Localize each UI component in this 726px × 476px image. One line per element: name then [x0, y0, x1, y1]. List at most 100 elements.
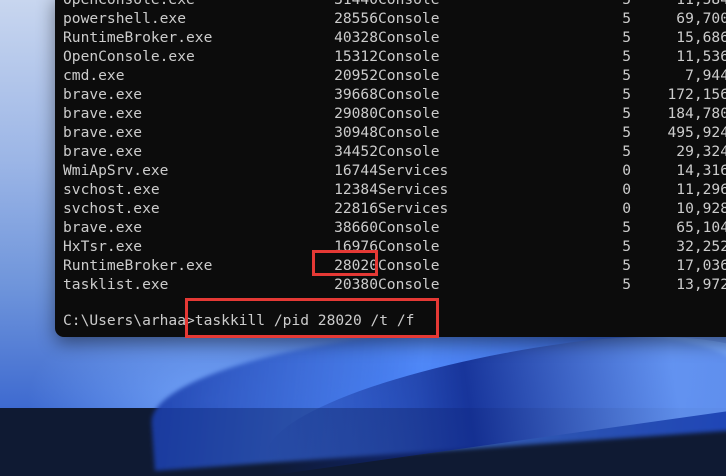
- memory-usage: 7,944: [685, 67, 726, 84]
- process-row: RuntimeBroker.exe 28020 Console 5 17,036: [55, 256, 726, 275]
- session-name: Console: [378, 0, 440, 9]
- process-name: OpenConsole.exe: [63, 48, 195, 65]
- process-row: brave.exe 29080 Console 5 184,780: [55, 104, 726, 123]
- memory-usage: 32,252: [676, 238, 726, 255]
- memory-usage: 11,296: [676, 181, 726, 198]
- session-number: 5: [622, 276, 631, 293]
- process-pid: 28020: [334, 257, 378, 274]
- session-number: 5: [622, 86, 631, 103]
- process-pid: 31440: [326, 0, 378, 9]
- session-name: Console: [378, 10, 440, 27]
- session-number: 5: [607, 0, 631, 9]
- process-pid: 30948: [334, 124, 378, 141]
- session-number: 5: [622, 48, 631, 65]
- process-name: HxTsr.exe: [63, 238, 143, 255]
- process-pid: 29080: [334, 105, 378, 122]
- session-number: 0: [622, 181, 631, 198]
- session-name: Console: [378, 276, 440, 293]
- memory-usage: 15,686: [676, 29, 726, 46]
- process-row: brave.exe 30948 Console 5 495,924: [55, 123, 726, 142]
- process-row: svchost.exe 22816 Services 0 10,928: [55, 199, 726, 218]
- session-name: Services: [378, 162, 449, 179]
- process-row: WmiApSrv.exe 16744 Services 0 14,316: [55, 161, 726, 180]
- session-name: Services: [378, 181, 449, 198]
- command-prompt-line[interactable]: C:\Users\arhaa>taskkill /pid 28020 /t /f: [63, 311, 414, 330]
- process-name: RuntimeBroker.exe: [63, 257, 213, 274]
- process-row: RuntimeBroker.exe 40328 Console 5 15,686: [55, 28, 726, 47]
- process-row: OpenConsole.exe 31440Console 5 11,584: [55, 0, 726, 9]
- session-name: Console: [378, 86, 440, 103]
- memory-usage: 13,972: [676, 276, 726, 293]
- memory-usage: 29,324: [676, 143, 726, 160]
- process-name: OpenConsole.exe: [63, 0, 195, 9]
- process-name: RuntimeBroker.exe: [63, 29, 213, 46]
- session-number: 5: [622, 238, 631, 255]
- process-pid: 16976: [334, 238, 378, 255]
- session-number: 5: [622, 257, 631, 274]
- memory-usage: 184,780: [667, 105, 726, 122]
- session-number: 5: [622, 67, 631, 84]
- session-number: 5: [622, 219, 631, 236]
- session-name: Console: [378, 105, 440, 122]
- memory-usage: 11,536: [676, 48, 726, 65]
- session-number: 5: [622, 105, 631, 122]
- process-pid: 28556: [334, 10, 378, 27]
- process-name: brave.exe: [63, 105, 143, 122]
- process-name: brave.exe: [63, 143, 143, 160]
- process-row: tasklist.exe 20380 Console 5 13,972: [55, 275, 726, 294]
- process-pid: 39668: [334, 86, 378, 103]
- process-row: cmd.exe 20952 Console 5 7,944: [55, 66, 726, 85]
- process-pid: 12384: [334, 181, 378, 198]
- memory-usage: 172,156: [667, 86, 726, 103]
- prompt-path: C:\Users\arhaa>: [63, 312, 195, 329]
- session-name: Console: [378, 48, 440, 65]
- session-name: Console: [378, 257, 440, 274]
- session-name: Console: [378, 238, 440, 255]
- process-row: OpenConsole.exe 15312 Console 5 11,536: [55, 47, 726, 66]
- memory-usage: 495,924: [667, 124, 726, 141]
- process-pid: 38660: [334, 219, 378, 236]
- session-number: 0: [622, 200, 631, 217]
- process-name: brave.exe: [63, 86, 143, 103]
- terminal-window[interactable]: OpenConsole.exe31440Console511,584powers…: [55, 0, 726, 337]
- process-pid: 16744: [334, 162, 378, 179]
- process-pid: 34452: [334, 143, 378, 160]
- session-name: Console: [378, 29, 440, 46]
- process-name: powershell.exe: [63, 10, 187, 27]
- process-name: WmiApSrv.exe: [63, 162, 169, 179]
- session-number: 5: [622, 124, 631, 141]
- process-name: tasklist.exe: [63, 276, 169, 293]
- session-name: Console: [378, 67, 440, 84]
- process-name: brave.exe: [63, 124, 143, 141]
- session-number: 5: [622, 143, 631, 160]
- session-number: 0: [622, 162, 631, 179]
- process-name: brave.exe: [63, 219, 143, 236]
- memory-usage: 11,584: [645, 0, 726, 9]
- memory-usage: 14,316: [676, 162, 726, 179]
- process-name: svchost.exe: [63, 181, 160, 198]
- process-row: brave.exe 38660 Console 5 65,104: [55, 218, 726, 237]
- process-row: brave.exe 39668 Console 5 172,156: [55, 85, 726, 104]
- session-number: 5: [622, 10, 631, 27]
- session-name: Console: [378, 219, 440, 236]
- process-row: powershell.exe 28556 Console 5 69,700: [55, 9, 726, 28]
- session-name: Console: [378, 124, 440, 141]
- process-pid: 20380: [334, 276, 378, 293]
- process-pid: 22816: [334, 200, 378, 217]
- process-pid: 40328: [334, 29, 378, 46]
- process-name: svchost.exe: [63, 200, 160, 217]
- process-pid: 20952: [334, 67, 378, 84]
- memory-usage: 69,700: [676, 10, 726, 27]
- memory-usage: 65,104: [676, 219, 726, 236]
- process-pid: 15312: [334, 48, 378, 65]
- process-row: svchost.exe 12384 Services 0 11,296: [55, 180, 726, 199]
- memory-usage: 10,928: [676, 200, 726, 217]
- session-name: Services: [378, 200, 449, 217]
- process-name: cmd.exe: [63, 67, 125, 84]
- process-row: brave.exe 34452 Console 5 29,324: [55, 142, 726, 161]
- process-row: HxTsr.exe 16976 Console 5 32,252: [55, 237, 726, 256]
- memory-usage: 17,036: [676, 257, 726, 274]
- session-name: Console: [378, 143, 440, 160]
- command-input[interactable]: taskkill /pid 28020 /t /f: [195, 312, 415, 329]
- session-number: 5: [622, 29, 631, 46]
